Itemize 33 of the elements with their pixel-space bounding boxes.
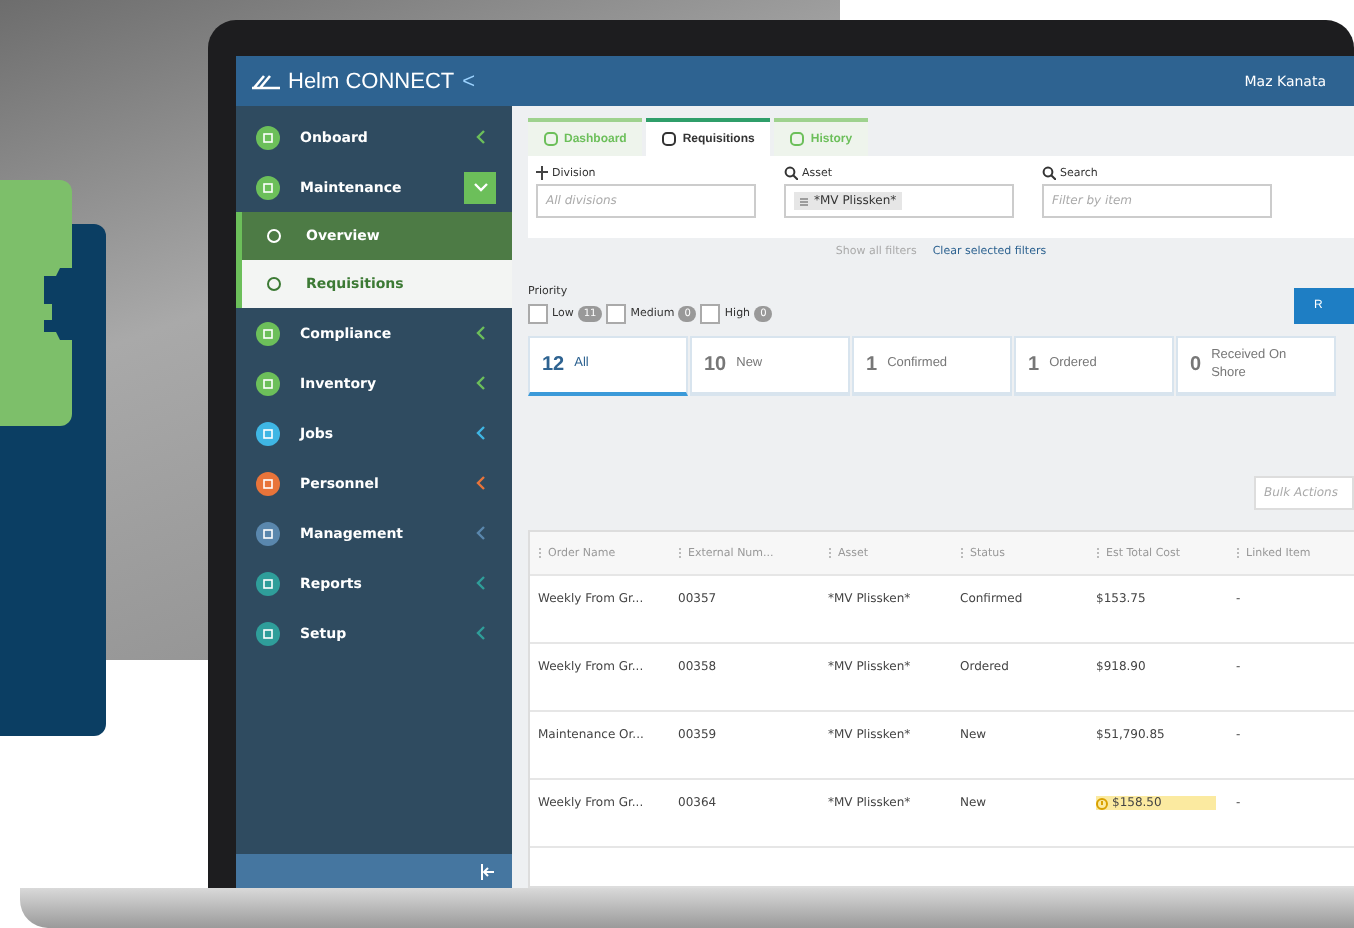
drag-handle-icon <box>1096 548 1100 558</box>
lines-icon <box>800 197 808 205</box>
chevron-left-icon <box>475 426 485 440</box>
chevron-left-icon <box>475 376 485 390</box>
priority-checkbox[interactable] <box>606 304 627 324</box>
priority-checkbox[interactable] <box>700 304 721 324</box>
drag-handle-icon <box>828 548 832 558</box>
tab-icon <box>544 132 558 146</box>
chevron-left-icon <box>475 326 485 340</box>
chevron-left-icon <box>475 576 485 590</box>
chevron-down-icon <box>473 182 487 192</box>
expand-toggle[interactable] <box>464 171 496 203</box>
chevron-left-icon <box>475 130 485 144</box>
page-icon <box>266 276 282 292</box>
drag-handle-icon <box>960 548 964 558</box>
app-logo: Helm CONNECT <box>288 69 455 93</box>
search-icon <box>1042 166 1056 180</box>
hierarchy-icon <box>536 166 548 180</box>
chevron-left-icon <box>475 626 485 640</box>
drag-handle-icon <box>538 548 542 558</box>
tab-icon <box>662 132 677 146</box>
tab-icon <box>790 132 805 146</box>
warning-icon <box>1096 797 1108 809</box>
collapse-sidebar-icon[interactable] <box>480 863 496 879</box>
page-icon <box>266 228 282 244</box>
priority-checkbox[interactable] <box>528 304 548 324</box>
drag-handle-icon <box>678 548 682 558</box>
chevron-left-icon <box>475 526 485 540</box>
chevron-left-icon <box>475 476 485 490</box>
collapse-button[interactable]: < <box>462 69 476 93</box>
search-icon <box>784 166 798 180</box>
wave-logo-icon <box>252 73 280 89</box>
drag-handle-icon <box>1236 548 1240 558</box>
